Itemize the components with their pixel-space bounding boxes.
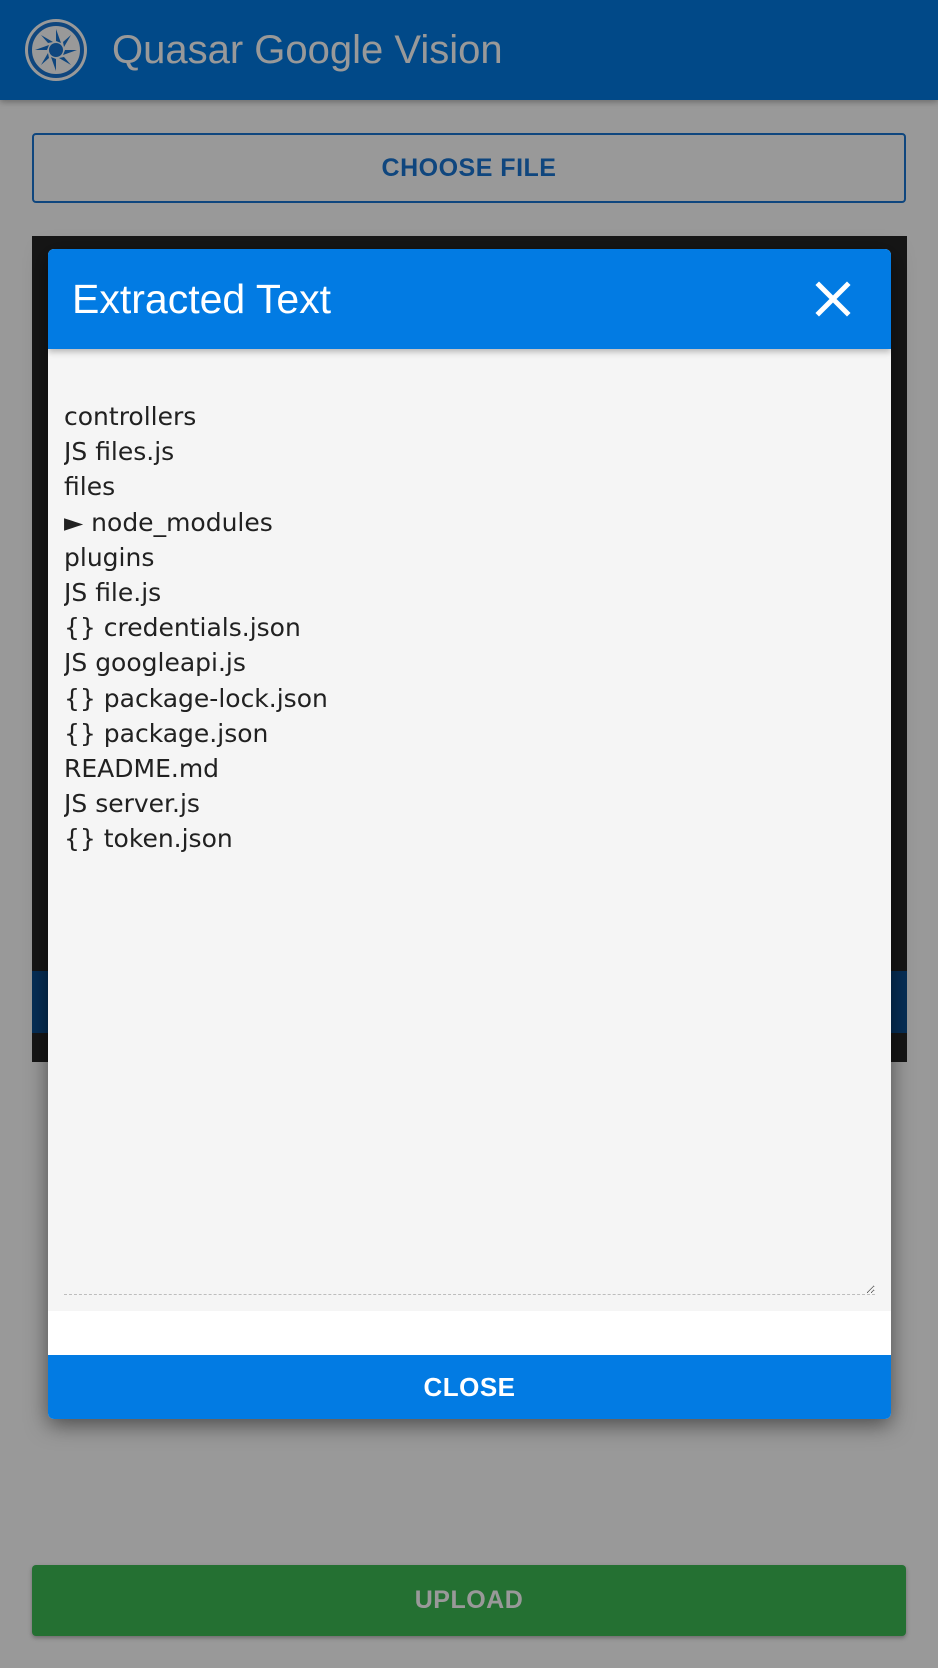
dialog-body: controllers JS files.js files ► node_mod…	[48, 349, 891, 1311]
extracted-text-dialog: Extracted Text controllers JS files.js f…	[48, 249, 891, 1419]
dialog-title: Extracted Text	[72, 276, 332, 322]
dialog-header: Extracted Text	[48, 249, 891, 349]
close-icon[interactable]	[808, 274, 858, 324]
close-button[interactable]: CLOSE	[48, 1355, 891, 1419]
extracted-text-area[interactable]: controllers JS files.js files ► node_mod…	[64, 349, 875, 1295]
